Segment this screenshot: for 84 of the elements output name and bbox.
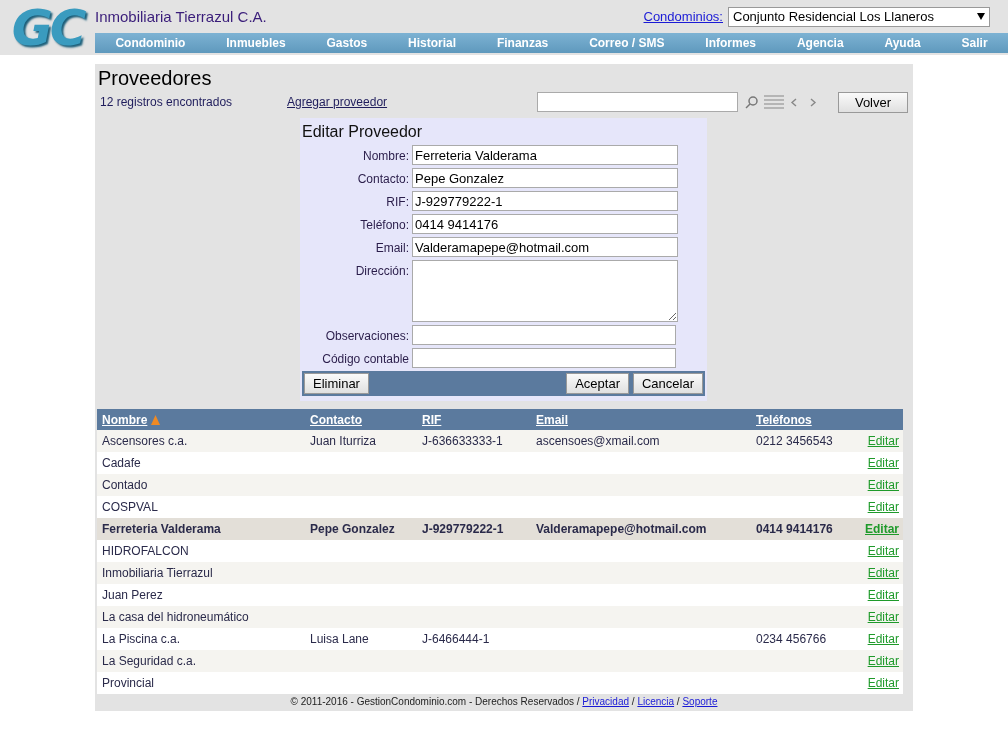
table-row[interactable]: Juan Perez Editar [97, 584, 903, 606]
table-cell: J-929779222-1 [422, 522, 504, 536]
edit-link[interactable]: Editar [867, 500, 899, 514]
table-row[interactable]: Contado Editar [97, 474, 903, 496]
field-label: RIF: [385, 194, 409, 209]
table-cell: Juan Iturriza [310, 434, 377, 448]
field-label: Código contable [321, 351, 409, 366]
table-cell: Ferreteria Valderama [102, 522, 221, 536]
table-cell: 0414 9414176 [756, 522, 833, 536]
table-row[interactable]: Cadafe Editar [97, 452, 903, 474]
input-field[interactable]: Valderamapepe@hotmail.com [412, 237, 678, 257]
back-button[interactable]: Volver [838, 91, 908, 113]
table-cell: La Seguridad c.a. [102, 654, 197, 668]
column-header[interactable]: Nombre [102, 412, 161, 427]
input-field[interactable]: Ferreteria Valderama [412, 145, 678, 165]
condominios-link[interactable]: Condominios: [643, 9, 723, 24]
input-field[interactable]: Pepe Gonzalez [412, 168, 678, 188]
logo: GC [10, 0, 85, 55]
caret-icon [977, 13, 985, 20]
table-row[interactable]: La casa del hidroneumático Editar [97, 606, 903, 628]
accept-button[interactable]: Aceptar [566, 373, 629, 394]
table-row[interactable]: Ferreteria Valderama Pepe Gonzalez J-929779222-1 Valderamapepe@hotmail.com 0414 9414176 Editar [97, 518, 903, 540]
next-icon[interactable] [809, 97, 817, 107]
column-header[interactable]: Contacto [310, 412, 362, 427]
company-name: Inmobiliaria Tierrazul C.A. [95, 8, 267, 25]
table-cell: 0234 456766 [756, 632, 827, 646]
column-header[interactable]: Teléfonos [756, 412, 812, 427]
table-cell: La Piscina c.a. [102, 632, 181, 646]
column-header[interactable]: RIF [422, 412, 442, 427]
menu-icon[interactable] [764, 95, 784, 109]
delete-button[interactable]: Eliminar [304, 373, 369, 394]
table-row[interactable]: La Piscina c.a. Luisa Lane J-6466444-1 0234 456766 Editar [97, 628, 903, 650]
footer-link[interactable]: Soporte [682, 696, 718, 707]
input-field[interactable] [412, 325, 676, 345]
table-cell: J-636633333-1 [422, 434, 503, 448]
table-cell: Pepe Gonzalez [310, 522, 395, 536]
search-field[interactable] [537, 92, 738, 112]
table-row[interactable]: La Seguridad c.a. Editar [97, 650, 903, 672]
edit-link[interactable]: Editar [867, 544, 899, 558]
field-label: Email: [374, 240, 409, 255]
field-label: Observaciones: [324, 328, 409, 343]
record-count: 12 registros encontrados [100, 95, 234, 109]
table-cell: J-6466444-1 [422, 632, 490, 646]
table-cell: Contado [102, 478, 148, 492]
edit-link[interactable]: Editar [867, 588, 899, 602]
table-cell: ascensoes@xmail.com [536, 434, 660, 448]
footer-link[interactable]: Licencia [637, 696, 675, 707]
table-cell: Valderamapepe@hotmail.com [536, 522, 707, 536]
table-cell: La casa del hidroneumático [102, 610, 249, 624]
table-cell: Luisa Lane [310, 632, 369, 646]
edit-link[interactable]: Editar [867, 632, 899, 646]
table-cell: Inmobiliaria Tierrazul [102, 566, 213, 580]
table-cell: Cadafe [102, 456, 141, 470]
table-cell: COSPVAL [102, 500, 158, 514]
field-label: Dirección: [354, 263, 409, 278]
footer-link[interactable]: Privacidad [582, 696, 630, 707]
table-cell: Provincial [102, 676, 155, 690]
page-title: Proveedores [97, 66, 213, 90]
add-link[interactable]: Agregar proveedor [287, 95, 388, 109]
cancel-button[interactable]: Cancelar [632, 373, 703, 394]
footer-text: © 2011-2016 - GestionCondominio.com - Derechos Reservados / Privacidad / Licencia / Soporte [289, 695, 719, 709]
table-row[interactable]: Inmobiliaria Tierrazul Editar [97, 562, 903, 584]
search-icon[interactable] [745, 95, 758, 109]
form-title: Editar Proveedor [301, 122, 424, 142]
table-cell: Ascensores c.a. [102, 434, 188, 448]
input-field[interactable] [412, 348, 676, 368]
field-label: Teléfono: [359, 217, 409, 232]
input-field[interactable]: 0414 9414176 [412, 214, 678, 234]
text-area[interactable] [412, 260, 678, 322]
field-label: Contacto: [356, 171, 409, 186]
table-row[interactable]: COSPVAL Editar [97, 496, 903, 518]
input-field[interactable]: J-929779222-1 [412, 191, 678, 211]
edit-link[interactable]: Editar [867, 456, 899, 470]
table-cell: Juan Perez [102, 588, 163, 602]
table-cell: HIDROFALCON [102, 544, 189, 558]
condominium-select[interactable]: Conjunto Residencial Los Llaneros [728, 6, 990, 27]
previous-icon[interactable] [790, 97, 798, 107]
column-header[interactable]: Email [536, 412, 568, 427]
table-cell: 0212 3456543 [756, 434, 833, 448]
table-row[interactable]: Provincial Editar [97, 672, 903, 694]
edit-link[interactable]: Editar [867, 676, 899, 690]
field-label: Nombre: [362, 148, 409, 163]
table-row[interactable]: Ascensores c.a. Juan Iturriza J-636633333-1 ascensoes@xmail.com 0212 3456543 Editar [97, 430, 903, 452]
table-row[interactable]: HIDROFALCON Editar [97, 540, 903, 562]
